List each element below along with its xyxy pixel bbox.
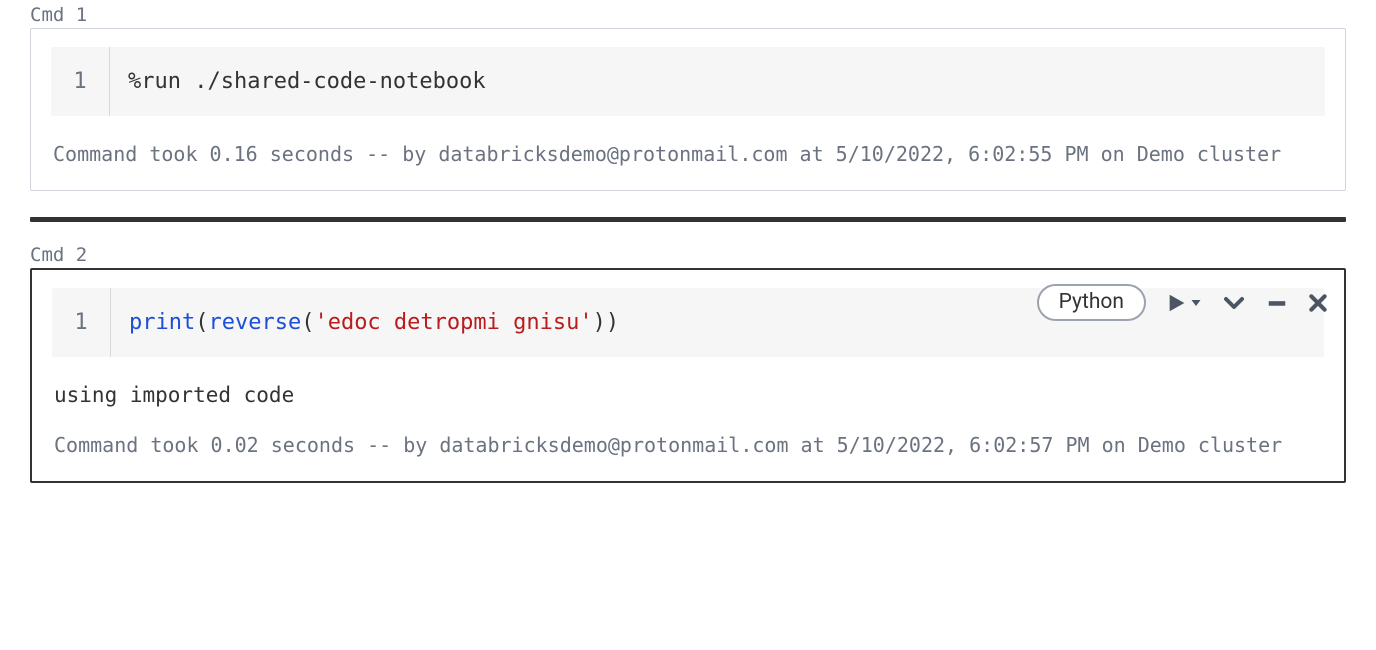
line-number: 1 (74, 310, 87, 335)
code-content[interactable]: %run ./shared-code-notebook (110, 47, 1325, 116)
cell-toolbar: Python (1037, 284, 1328, 321)
cell-label: Cmd 2 (30, 244, 1346, 266)
execution-status: Command took 0.16 seconds -- by databric… (53, 138, 1325, 170)
line-gutter: 1 (51, 47, 110, 116)
close-icon (1308, 293, 1328, 313)
minimize-button[interactable] (1266, 292, 1288, 314)
code-token: ( (195, 310, 208, 335)
notebook-cell[interactable]: 1 %run ./shared-code-notebook Command to… (30, 28, 1346, 191)
line-gutter: 1 (52, 288, 111, 357)
notebook-cell-active[interactable]: Python 1 print(reverse('edoc detropmi gn… (30, 268, 1346, 483)
execution-status: Command took 0.02 seconds -- by databric… (54, 429, 1324, 461)
cell-output: using imported code (54, 383, 1324, 407)
caret-down-icon (1190, 297, 1202, 309)
chevron-down-icon (1222, 291, 1246, 315)
line-number: 1 (73, 69, 86, 94)
close-button[interactable] (1308, 293, 1328, 313)
code-token: ( (301, 310, 314, 335)
code-token-fn: reverse (208, 310, 301, 335)
cell-divider[interactable] (30, 217, 1346, 222)
run-button[interactable] (1166, 292, 1202, 314)
expand-down-button[interactable] (1222, 291, 1246, 315)
language-pill[interactable]: Python (1037, 284, 1146, 321)
code-token-string: 'edoc detropmi gnisu' (314, 310, 592, 335)
code-editor[interactable]: 1 %run ./shared-code-notebook (51, 47, 1325, 116)
code-text: %run ./shared-code-notebook (128, 69, 486, 94)
code-token: )) (593, 310, 620, 335)
play-icon (1166, 292, 1188, 314)
minus-icon (1266, 292, 1288, 314)
cell-label: Cmd 1 (30, 4, 1346, 26)
code-token-fn: print (129, 310, 195, 335)
